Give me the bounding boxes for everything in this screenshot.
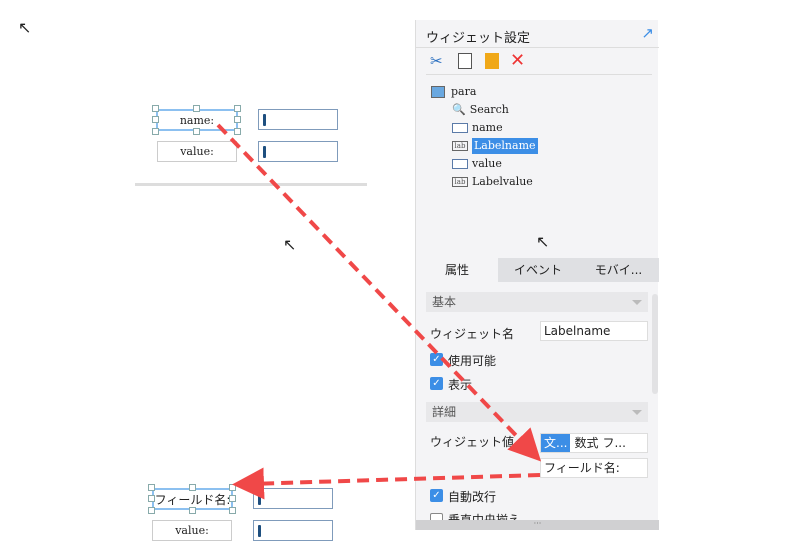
arrow-to-widget-value bbox=[216, 123, 542, 462]
arrow-to-label bbox=[232, 467, 541, 500]
annotation-arrows bbox=[216, 123, 542, 500]
